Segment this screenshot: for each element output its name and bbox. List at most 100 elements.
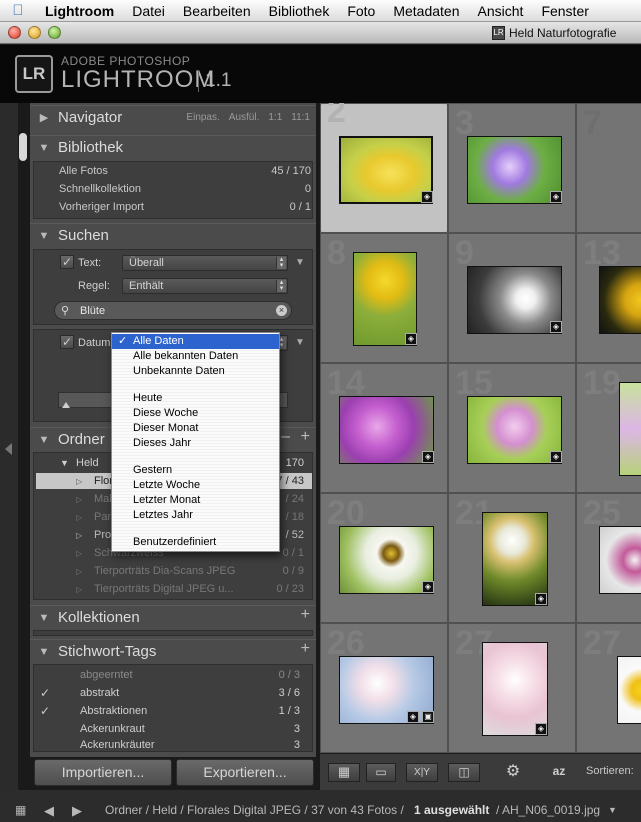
grid-cell[interactable]: 3 ◈: [448, 103, 576, 233]
metadata-badge-icon[interactable]: ◈: [550, 451, 562, 463]
photo-thumbnail[interactable]: [339, 396, 434, 464]
menu-item-last-month[interactable]: Letzter Monat: [112, 493, 279, 508]
folder-row[interactable]: ▷ Tierporträts Digital JPEG u... 0 / 23: [36, 581, 312, 597]
library-row-all[interactable]: Alle Fotos 45 / 170: [59, 165, 311, 177]
menu-item-this-month[interactable]: Dieser Monat: [112, 421, 279, 436]
date-filter-checkbox[interactable]: ✓: [60, 335, 74, 349]
back-arrow-icon[interactable]: ◀: [44, 803, 54, 819]
menu-item-yesterday[interactable]: Gestern: [112, 463, 279, 478]
grid-cell[interactable]: 19: [576, 363, 641, 493]
survey-view-icon[interactable]: ◫: [448, 763, 480, 782]
metadata-badge-icon[interactable]: ◈: [422, 451, 434, 463]
menu-metadaten[interactable]: Metadaten: [384, 3, 468, 19]
add-keyword-icon[interactable]: +: [301, 640, 310, 658]
status-filename[interactable]: / AH_N06_0019.jpg: [496, 803, 600, 817]
zoom-fit[interactable]: Einpas.: [186, 112, 219, 123]
panel-scrollbar[interactable]: [19, 133, 27, 161]
photo-thumbnail[interactable]: [339, 656, 434, 724]
metadata-badge-icon[interactable]: ◈: [422, 581, 434, 593]
photo-thumbnail[interactable]: [339, 526, 434, 594]
photo-thumbnail[interactable]: [619, 382, 641, 476]
navigator-header[interactable]: ▶ Navigator Einpas. Ausfül. 1:1 11:1: [30, 105, 316, 129]
grid-cell[interactable]: 9 ◈: [448, 233, 576, 363]
menu-datei[interactable]: Datei: [123, 3, 174, 19]
menu-item-unknown[interactable]: Unbekannte Daten: [112, 364, 279, 379]
grid-cell[interactable]: 27 ◈: [448, 623, 576, 753]
grid-cell[interactable]: 20 ◈: [320, 493, 448, 623]
menu-bearbeiten[interactable]: Bearbeiten: [174, 3, 260, 19]
zoom-1-1[interactable]: 1:1: [268, 112, 282, 123]
photo-thumbnail[interactable]: [482, 642, 548, 736]
metadata-badge-icon[interactable]: ◈: [407, 711, 419, 723]
photo-thumbnail[interactable]: [617, 656, 641, 724]
grid-cell-selected[interactable]: 2 ◈: [320, 103, 448, 233]
keyword-row[interactable]: ✓ abstrakt 3 / 6: [36, 684, 312, 702]
keyword-row[interactable]: Ackerunkräuter 3: [36, 738, 312, 751]
keyword-row[interactable]: abgeerntet 0 / 3: [36, 666, 312, 684]
metadata-badge-icon[interactable]: ◈: [535, 593, 547, 605]
metadata-badge-icon[interactable]: ◈: [421, 191, 433, 203]
photo-thumbnail[interactable]: [339, 136, 433, 204]
minimize-window-button[interactable]: [28, 26, 41, 39]
sort-direction-icon[interactable]: az: [546, 763, 572, 782]
library-row-previous[interactable]: Vorheriger Import 0 / 1: [59, 201, 311, 213]
keyword-row[interactable]: Ackerunkraut 3: [36, 720, 312, 738]
zoom-fill[interactable]: Ausfül.: [229, 112, 260, 123]
menu-item-this-week[interactable]: Diese Woche: [112, 406, 279, 421]
menu-item-all-known[interactable]: Alle bekannten Daten: [112, 349, 279, 364]
photo-thumbnail[interactable]: [482, 512, 548, 606]
left-panel-toggle[interactable]: [0, 103, 18, 790]
export-button[interactable]: Exportieren...: [176, 759, 314, 786]
import-button[interactable]: Importieren...: [34, 759, 172, 786]
text-search-checkbox[interactable]: ✓: [60, 255, 74, 269]
add-folder-icon[interactable]: +: [301, 428, 310, 446]
metadata-badge-icon[interactable]: ◈: [550, 321, 562, 333]
grid-cell[interactable]: 15 ◈: [448, 363, 576, 493]
rule-select[interactable]: Enthält ▴ ▾: [122, 278, 288, 294]
keyword-row[interactable]: ✓ Abstraktionen 1 / 3: [36, 702, 312, 720]
close-window-button[interactable]: [8, 26, 21, 39]
add-collection-icon[interactable]: +: [301, 606, 310, 624]
photo-thumbnail[interactable]: [599, 266, 641, 334]
photo-thumbnail[interactable]: [599, 526, 641, 594]
slider-knob[interactable]: [62, 402, 70, 408]
menu-fenster[interactable]: Fenster: [532, 3, 597, 19]
clear-search-icon[interactable]: ×: [276, 305, 287, 316]
grid-cell[interactable]: 26 ◈ ▣: [320, 623, 448, 753]
metadata-badge-icon[interactable]: ◈: [405, 333, 417, 345]
loupe-view-icon[interactable]: ▭: [366, 763, 396, 782]
library-header[interactable]: ▼ Bibliothek: [30, 135, 316, 159]
menu-item-last-week[interactable]: Letzte Woche: [112, 478, 279, 493]
menu-item-custom[interactable]: Benutzerdefiniert: [112, 535, 279, 550]
keywords-header[interactable]: ▼ Stichwort-Tags +: [30, 639, 316, 663]
collections-header[interactable]: ▼ Kollektionen +: [30, 605, 316, 629]
forward-arrow-icon[interactable]: ▶: [72, 803, 82, 819]
metadata-badge-icon[interactable]: ◈: [535, 723, 547, 735]
search-header[interactable]: ▼ Suchen: [30, 223, 316, 247]
grid-cell[interactable]: 13: [576, 233, 641, 363]
menu-item-today[interactable]: Heute: [112, 391, 279, 406]
text-options-icon[interactable]: ▼: [295, 257, 305, 268]
menu-bibliothek[interactable]: Bibliothek: [260, 3, 339, 19]
folder-row[interactable]: ▷ Tierporträts Dia-Scans JPEG 0 / 9: [36, 563, 312, 579]
painter-spray-can-icon[interactable]: ⚙: [502, 763, 524, 782]
remove-folder-icon[interactable]: –: [281, 428, 290, 446]
photo-thumbnail[interactable]: [467, 396, 562, 464]
menu-ansicht[interactable]: Ansicht: [469, 3, 533, 19]
date-options-icon[interactable]: ▼: [295, 337, 305, 348]
library-row-quick[interactable]: Schnellkollektion 0: [59, 183, 311, 195]
menu-item-last-year[interactable]: Letztes Jahr: [112, 508, 279, 523]
zoom-window-button[interactable]: [48, 26, 61, 39]
menu-app[interactable]: Lightroom: [36, 3, 123, 19]
photo-thumbnail[interactable]: [467, 136, 562, 204]
metadata-badge-icon[interactable]: ◈: [550, 191, 562, 203]
grid-cell[interactable]: 14 ◈: [320, 363, 448, 493]
crop-badge-icon[interactable]: ▣: [422, 711, 434, 723]
zoom-11-1[interactable]: 11:1: [291, 112, 310, 123]
grid-cell[interactable]: 21 ◈: [448, 493, 576, 623]
grid-cell[interactable]: 25: [576, 493, 641, 623]
grid-view-icon[interactable]: ▦: [328, 763, 360, 782]
menu-item-all-dates[interactable]: ✓ Alle Daten: [112, 334, 279, 349]
grid-toggle-icon[interactable]: ▦: [15, 803, 26, 817]
photo-thumbnail[interactable]: [467, 266, 562, 334]
